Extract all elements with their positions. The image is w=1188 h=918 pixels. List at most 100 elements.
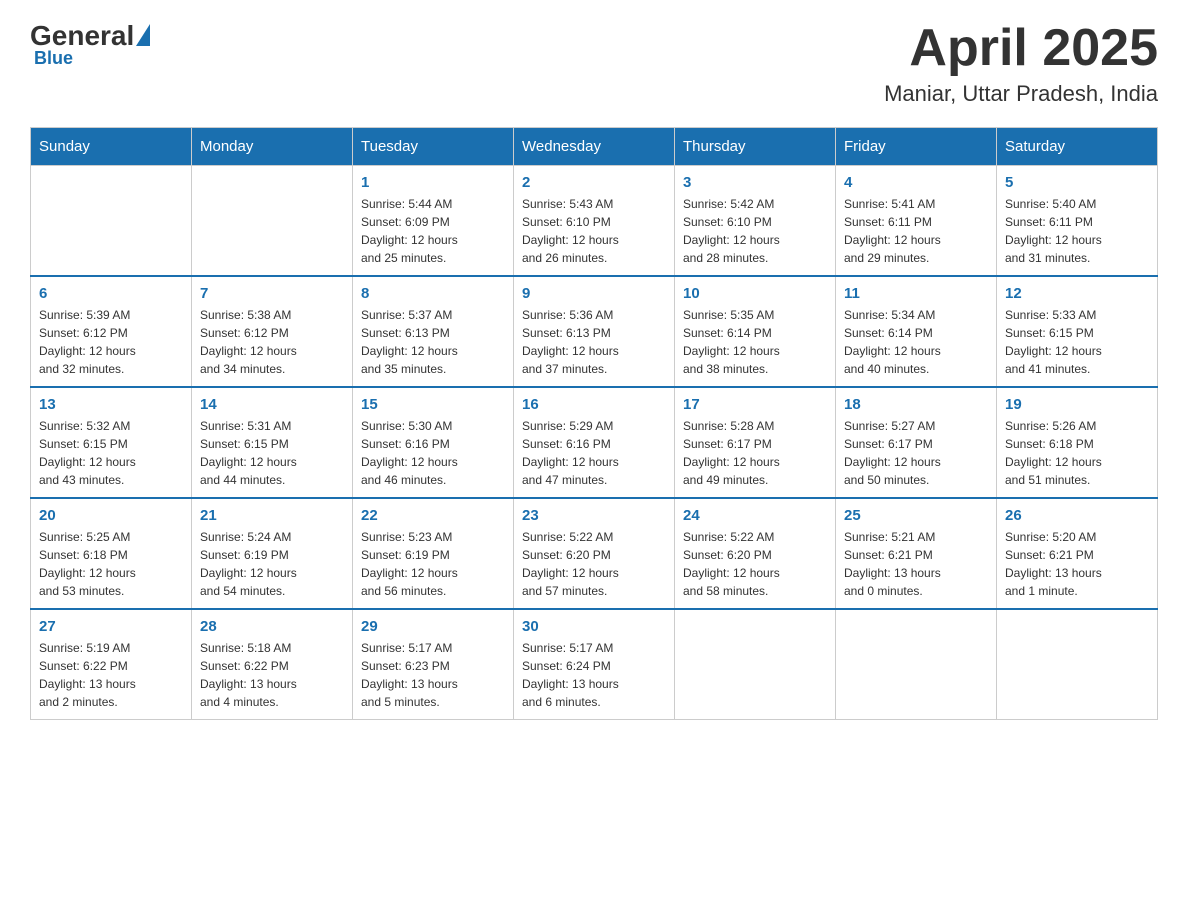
calendar-week-2: 6 Sunrise: 5:39 AM Sunset: 6:12 PM Daylig… [31, 276, 1158, 387]
day-info: Sunrise: 5:39 AM Sunset: 6:12 PM Dayligh… [39, 306, 183, 378]
day-info: Sunrise: 5:41 AM Sunset: 6:11 PM Dayligh… [844, 195, 988, 267]
calendar-header-friday: Friday [836, 128, 997, 166]
day-info: Sunrise: 5:36 AM Sunset: 6:13 PM Dayligh… [522, 306, 666, 378]
calendar-header-monday: Monday [192, 128, 353, 166]
calendar-cell: 18 Sunrise: 5:27 AM Sunset: 6:17 PM Dayli… [836, 387, 997, 498]
day-number: 6 [39, 285, 183, 302]
calendar-cell: 2 Sunrise: 5:43 AM Sunset: 6:10 PM Daylig… [514, 166, 675, 277]
calendar-cell: 27 Sunrise: 5:19 AM Sunset: 6:22 PM Dayli… [31, 609, 192, 720]
calendar-header-tuesday: Tuesday [353, 128, 514, 166]
day-info: Sunrise: 5:21 AM Sunset: 6:21 PM Dayligh… [844, 528, 988, 600]
day-number: 27 [39, 618, 183, 635]
calendar-cell: 16 Sunrise: 5:29 AM Sunset: 6:16 PM Dayli… [514, 387, 675, 498]
day-info: Sunrise: 5:25 AM Sunset: 6:18 PM Dayligh… [39, 528, 183, 600]
calendar-header-thursday: Thursday [675, 128, 836, 166]
day-number: 18 [844, 396, 988, 413]
calendar-cell: 5 Sunrise: 5:40 AM Sunset: 6:11 PM Daylig… [997, 166, 1158, 277]
calendar-cell: 15Sunrise: 5:30 AM Sunset: 6:16 PM Dayli… [353, 387, 514, 498]
day-info: Sunrise: 5:29 AM Sunset: 6:16 PM Dayligh… [522, 417, 666, 489]
day-info: Sunrise: 5:22 AM Sunset: 6:20 PM Dayligh… [683, 528, 827, 600]
calendar-cell [192, 166, 353, 277]
day-number: 14 [200, 396, 344, 413]
calendar-cell: 13 Sunrise: 5:32 AM Sunset: 6:15 PM Dayli… [31, 387, 192, 498]
calendar-cell: 21 Sunrise: 5:24 AM Sunset: 6:19 PM Dayli… [192, 498, 353, 609]
day-number: 7 [200, 285, 344, 302]
day-number: 16 [522, 396, 666, 413]
day-info: Sunrise: 5:20 AM Sunset: 6:21 PM Dayligh… [1005, 528, 1149, 600]
day-number: 5 [1005, 174, 1149, 191]
calendar-header-wednesday: Wednesday [514, 128, 675, 166]
day-info: Sunrise: 5:18 AM Sunset: 6:22 PM Dayligh… [200, 639, 344, 711]
day-number: 2 [522, 174, 666, 191]
calendar-week-3: 13 Sunrise: 5:32 AM Sunset: 6:15 PM Dayli… [31, 387, 1158, 498]
day-info: Sunrise: 5:35 AM Sunset: 6:14 PM Dayligh… [683, 306, 827, 378]
day-number: 29 [361, 618, 505, 635]
day-number: 20 [39, 507, 183, 524]
day-number: 9 [522, 285, 666, 302]
title-section: April 2025 Maniar, Uttar Pradesh, India [884, 20, 1158, 107]
day-number: 4 [844, 174, 988, 191]
calendar-cell: 12Sunrise: 5:33 AM Sunset: 6:15 PM Dayli… [997, 276, 1158, 387]
logo: General Blue [30, 20, 150, 69]
day-number: 21 [200, 507, 344, 524]
calendar-cell: 6 Sunrise: 5:39 AM Sunset: 6:12 PM Daylig… [31, 276, 192, 387]
day-info: Sunrise: 5:19 AM Sunset: 6:22 PM Dayligh… [39, 639, 183, 711]
calendar-cell: 1 Sunrise: 5:44 AM Sunset: 6:09 PM Daylig… [353, 166, 514, 277]
calendar-cell: 26 Sunrise: 5:20 AM Sunset: 6:21 PM Dayli… [997, 498, 1158, 609]
day-info: Sunrise: 5:31 AM Sunset: 6:15 PM Dayligh… [200, 417, 344, 489]
calendar-cell: 14 Sunrise: 5:31 AM Sunset: 6:15 PM Dayli… [192, 387, 353, 498]
day-info: Sunrise: 5:17 AM Sunset: 6:23 PM Dayligh… [361, 639, 505, 711]
logo-triangle-icon [136, 24, 150, 46]
calendar-cell: 23Sunrise: 5:22 AM Sunset: 6:20 PM Dayli… [514, 498, 675, 609]
day-number: 8 [361, 285, 505, 302]
day-info: Sunrise: 5:42 AM Sunset: 6:10 PM Dayligh… [683, 195, 827, 267]
calendar-header-row: SundayMondayTuesdayWednesdayThursdayFrid… [31, 128, 1158, 166]
day-info: Sunrise: 5:27 AM Sunset: 6:17 PM Dayligh… [844, 417, 988, 489]
day-info: Sunrise: 5:44 AM Sunset: 6:09 PM Dayligh… [361, 195, 505, 267]
day-info: Sunrise: 5:23 AM Sunset: 6:19 PM Dayligh… [361, 528, 505, 600]
calendar-week-4: 20 Sunrise: 5:25 AM Sunset: 6:18 PM Dayli… [31, 498, 1158, 609]
calendar-cell: 11 Sunrise: 5:34 AM Sunset: 6:14 PM Dayli… [836, 276, 997, 387]
day-number: 11 [844, 285, 988, 302]
calendar-cell: 9 Sunrise: 5:36 AM Sunset: 6:13 PM Daylig… [514, 276, 675, 387]
day-number: 13 [39, 396, 183, 413]
day-info: Sunrise: 5:43 AM Sunset: 6:10 PM Dayligh… [522, 195, 666, 267]
day-number: 10 [683, 285, 827, 302]
day-info: Sunrise: 5:34 AM Sunset: 6:14 PM Dayligh… [844, 306, 988, 378]
day-info: Sunrise: 5:24 AM Sunset: 6:19 PM Dayligh… [200, 528, 344, 600]
day-number: 30 [522, 618, 666, 635]
page-subtitle: Maniar, Uttar Pradesh, India [884, 81, 1158, 107]
calendar-cell [836, 609, 997, 720]
day-number: 15 [361, 396, 505, 413]
calendar-cell: 20 Sunrise: 5:25 AM Sunset: 6:18 PM Dayli… [31, 498, 192, 609]
calendar-week-1: 1 Sunrise: 5:44 AM Sunset: 6:09 PM Daylig… [31, 166, 1158, 277]
day-number: 26 [1005, 507, 1149, 524]
calendar-header-saturday: Saturday [997, 128, 1158, 166]
day-info: Sunrise: 5:17 AM Sunset: 6:24 PM Dayligh… [522, 639, 666, 711]
calendar-cell: 10 Sunrise: 5:35 AM Sunset: 6:14 PM Dayli… [675, 276, 836, 387]
day-number: 3 [683, 174, 827, 191]
day-info: Sunrise: 5:37 AM Sunset: 6:13 PM Dayligh… [361, 306, 505, 378]
page-title: April 2025 [884, 20, 1158, 77]
page-header: General Blue April 2025 Maniar, Uttar Pr… [30, 20, 1158, 107]
calendar-cell [997, 609, 1158, 720]
calendar-cell: 28 Sunrise: 5:18 AM Sunset: 6:22 PM Dayli… [192, 609, 353, 720]
calendar-cell: 30 Sunrise: 5:17 AM Sunset: 6:24 PM Dayli… [514, 609, 675, 720]
day-number: 25 [844, 507, 988, 524]
calendar-cell: 22Sunrise: 5:23 AM Sunset: 6:19 PM Dayli… [353, 498, 514, 609]
calendar-table: SundayMondayTuesdayWednesdayThursdayFrid… [30, 127, 1158, 720]
day-info: Sunrise: 5:26 AM Sunset: 6:18 PM Dayligh… [1005, 417, 1149, 489]
day-number: 1 [361, 174, 505, 191]
calendar-cell: 7Sunrise: 5:38 AM Sunset: 6:12 PM Daylig… [192, 276, 353, 387]
day-info: Sunrise: 5:40 AM Sunset: 6:11 PM Dayligh… [1005, 195, 1149, 267]
day-number: 24 [683, 507, 827, 524]
day-info: Sunrise: 5:22 AM Sunset: 6:20 PM Dayligh… [522, 528, 666, 600]
day-number: 17 [683, 396, 827, 413]
day-number: 19 [1005, 396, 1149, 413]
logo-blue-text: Blue [34, 48, 73, 69]
day-info: Sunrise: 5:32 AM Sunset: 6:15 PM Dayligh… [39, 417, 183, 489]
calendar-cell [675, 609, 836, 720]
calendar-cell: 4 Sunrise: 5:41 AM Sunset: 6:11 PM Daylig… [836, 166, 997, 277]
day-number: 28 [200, 618, 344, 635]
calendar-cell [31, 166, 192, 277]
